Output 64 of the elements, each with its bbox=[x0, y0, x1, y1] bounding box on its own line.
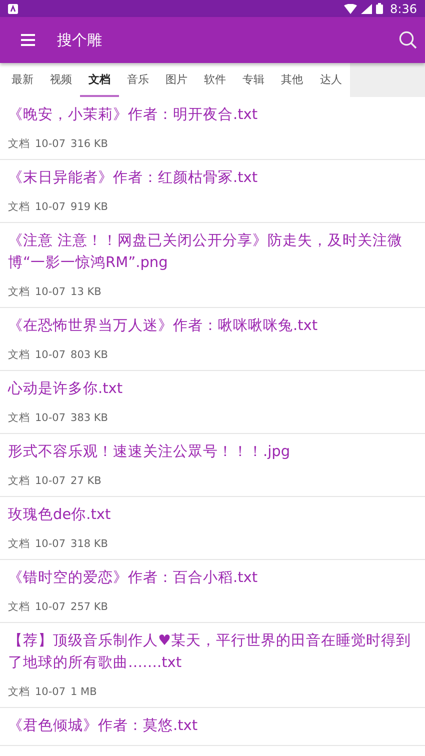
file-row[interactable]: 《错时空的爱恋》作者：百合小稻.txt 文档 10-07 257 KB bbox=[0, 560, 425, 623]
file-name: 形式不容乐观！速速关注公眾号！！！.jpg bbox=[8, 442, 292, 462]
file-size: 316 KB bbox=[70, 138, 108, 151]
file-date: 10-07 bbox=[35, 412, 66, 425]
file-row[interactable]: 《晚安，小茉莉》作者：明开夜合.txt 文档 10-07 316 KB bbox=[0, 97, 425, 160]
category-tab[interactable]: 音乐 bbox=[118, 63, 158, 97]
file-date: 10-07 bbox=[35, 475, 66, 488]
file-date: 10-07 bbox=[35, 686, 66, 699]
file-size: 27 KB bbox=[70, 475, 102, 488]
search-icon[interactable] bbox=[399, 31, 417, 49]
file-size: 919 KB bbox=[70, 201, 108, 214]
file-name: 《晚安，小茉莉》作者：明开夜合.txt bbox=[8, 106, 259, 125]
category-tab[interactable]: 软件 bbox=[196, 63, 234, 97]
app-title: 搜个雕 bbox=[57, 30, 102, 50]
file-row[interactable]: 心动是许多你.txt 文档 10-07 383 KB bbox=[0, 371, 425, 434]
signal-icon bbox=[361, 4, 372, 14]
file-date: 10-07 bbox=[35, 138, 66, 151]
file-date: 10-07 bbox=[35, 201, 66, 214]
file-name: 玫瑰色de你.txt bbox=[8, 506, 112, 525]
file-size: 13 KB bbox=[70, 286, 102, 299]
file-row[interactable]: 玫瑰色de你.txt 文档 10-07 318 KB bbox=[0, 497, 425, 560]
file-size: 803 KB bbox=[70, 349, 108, 362]
file-date: 10-07 bbox=[35, 349, 66, 362]
category-tab[interactable]: 视频 bbox=[42, 63, 80, 97]
file-size: 257 KB bbox=[70, 601, 108, 614]
file-type: 文档 bbox=[8, 538, 30, 551]
menu-icon[interactable] bbox=[21, 34, 35, 46]
file-date: 10-07 bbox=[35, 538, 66, 551]
file-name: 《错时空的爱恋》作者：百合小稻.txt bbox=[8, 568, 259, 588]
category-tab[interactable]: 其他 bbox=[272, 63, 312, 97]
file-type: 文档 bbox=[8, 686, 30, 699]
file-size: 1 MB bbox=[70, 686, 97, 699]
category-tab[interactable]: 最新 bbox=[3, 63, 42, 97]
file-type: 文档 bbox=[8, 349, 30, 362]
file-name: 《注意 注意！！网盘已关闭公开分享》防走失，及时关注微博“一影一惊鸿RM”.png bbox=[8, 232, 404, 273]
file-type: 文档 bbox=[8, 475, 30, 488]
file-name: 《君色倾城》作者：莫悠.txt bbox=[8, 717, 199, 736]
file-type: 文档 bbox=[8, 412, 30, 425]
category-tab[interactable]: 文档 bbox=[80, 63, 119, 97]
file-row[interactable]: 形式不容乐观！速速关注公眾号！！！.jpg 文档 10-07 27 KB bbox=[0, 434, 425, 497]
file-size: 383 KB bbox=[70, 412, 108, 425]
notification-icon bbox=[8, 4, 18, 14]
file-row[interactable]: 《注意 注意！！网盘已关闭公开分享》防走失，及时关注微博“一影一惊鸿RM”.png 文档 10-07 13 KB bbox=[0, 223, 425, 308]
file-type: 文档 bbox=[8, 201, 30, 214]
file-name: 《末日异能者》作者：红颜枯骨冢.txt bbox=[8, 169, 259, 188]
status-time: 8:36 bbox=[390, 2, 417, 16]
file-date: 10-07 bbox=[35, 601, 66, 614]
file-type: 文档 bbox=[8, 601, 30, 614]
wifi-icon bbox=[344, 4, 358, 14]
file-date: 10-07 bbox=[35, 286, 66, 299]
category-tab[interactable]: 达人 bbox=[312, 63, 350, 97]
file-row[interactable]: 《在恐怖世界当万人迷》作者：啾咪啾咪兔.txt 文档 10-07 803 KB bbox=[0, 308, 425, 371]
battery-icon bbox=[376, 3, 384, 14]
file-row[interactable]: 《君色倾城》作者：莫悠.txt bbox=[0, 708, 425, 746]
file-row[interactable]: 《末日异能者》作者：红颜枯骨冢.txt 文档 10-07 919 KB bbox=[0, 160, 425, 223]
file-row[interactable]: 【荐】顶级音乐制作人♥某天，平行世界的田音在睡觉时得到了地球的所有歌曲…….txt 文档 10-07 1 MB bbox=[0, 623, 425, 708]
file-name: 【荐】顶级音乐制作人♥某天，平行世界的田音在睡觉时得到了地球的所有歌曲…….txt bbox=[8, 632, 412, 673]
file-type: 文档 bbox=[8, 286, 30, 299]
file-name: 心动是许多你.txt bbox=[8, 380, 124, 399]
category-tab[interactable]: 图片 bbox=[157, 63, 196, 97]
category-tab[interactable]: 专辑 bbox=[234, 63, 273, 97]
file-type: 文档 bbox=[8, 138, 30, 151]
file-name: 《在恐怖世界当万人迷》作者：啾咪啾咪兔.txt bbox=[8, 317, 319, 336]
file-size: 318 KB bbox=[70, 538, 108, 551]
